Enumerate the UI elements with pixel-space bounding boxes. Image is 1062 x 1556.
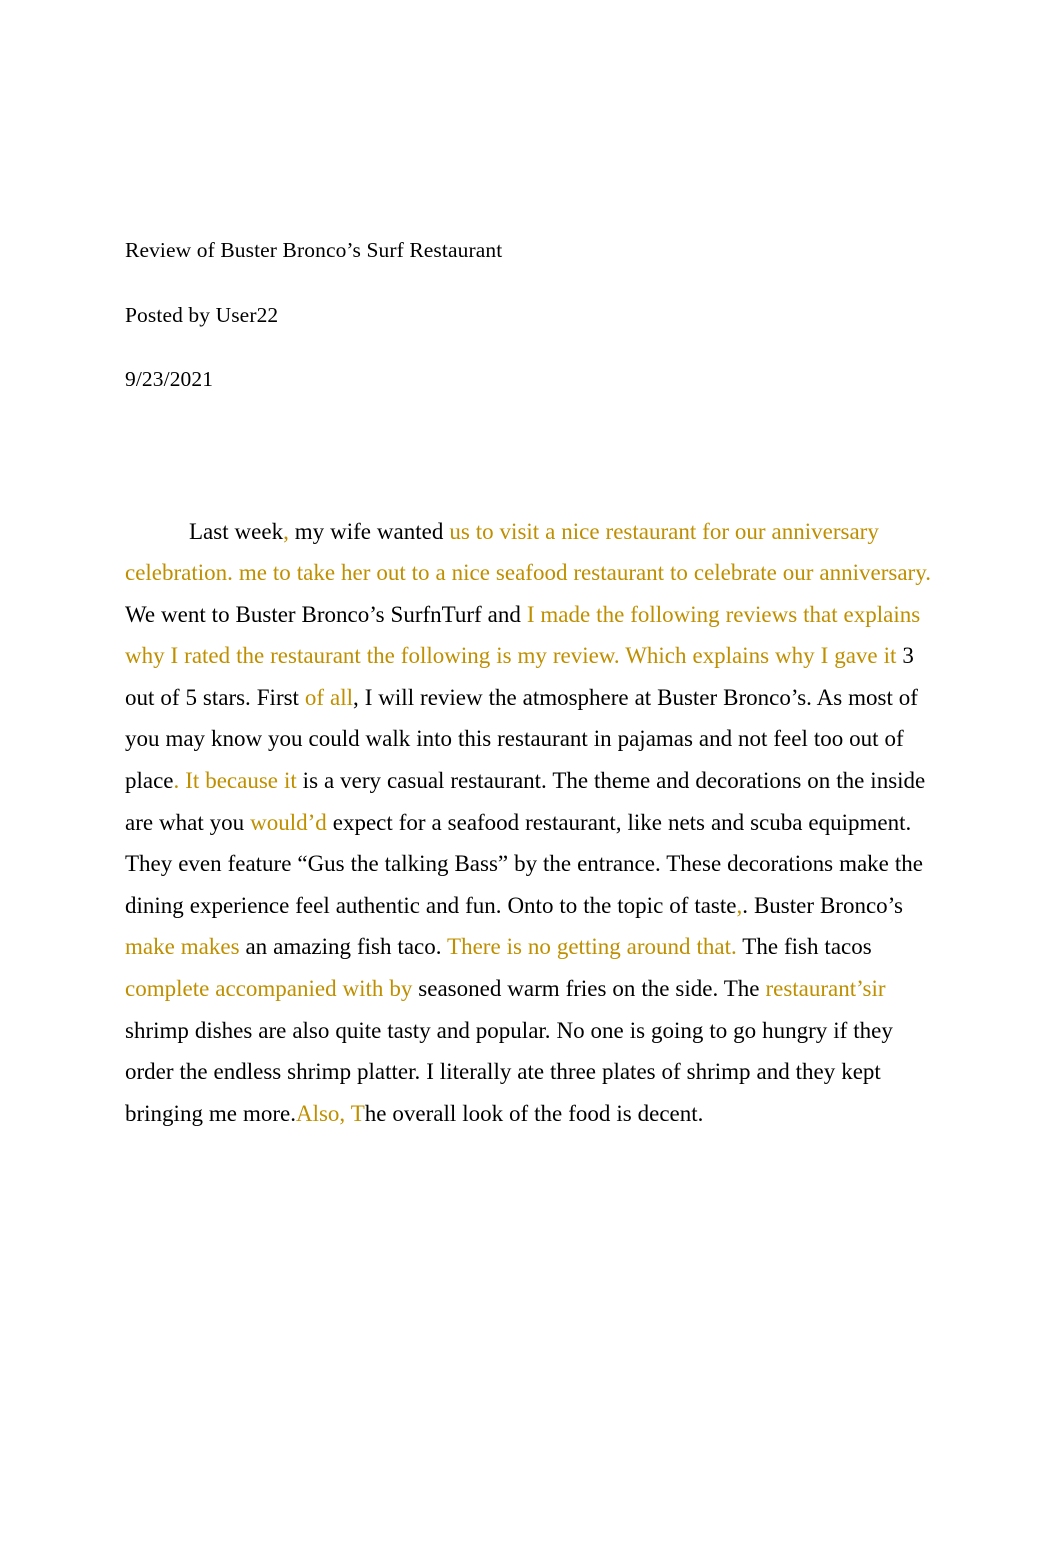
original-text-run: We went to Buster Bronco’s SurfnTurf and	[125, 601, 527, 627]
tracked-insertion-run: make makes	[125, 934, 240, 960]
tracked-insertion-run: restaurant’sir	[765, 976, 886, 1002]
document-body: Review of Buster Bronco’s Surf Restauran…	[125, 238, 940, 1157]
post-date: 9/23/2021	[125, 367, 214, 391]
review-paragraph: Last week, my wife wanted us to visit a …	[125, 511, 940, 1135]
original-text-run: Last week	[189, 518, 284, 544]
original-text-run: . Buster Bronco’s	[742, 892, 903, 918]
original-text-run: he overall look of the food is decent.	[364, 1100, 704, 1126]
byline: Posted by User22	[125, 302, 279, 327]
original-text-run: an amazing fish taco.	[239, 934, 448, 960]
document-page: Review of Buster Bronco’s Surf Restauran…	[0, 0, 1062, 1556]
tracked-insertion-run: Also, T	[295, 1100, 365, 1126]
tracked-insertion-run: would’d	[250, 809, 327, 835]
page-title: Review of Buster Bronco’s Surf Restauran…	[125, 238, 503, 262]
original-text-run: The fish tacos	[736, 934, 872, 960]
tracked-insertion-run: There is no getting around that.	[447, 934, 737, 960]
original-text-run: seasoned warm fries on the side. The	[412, 976, 766, 1002]
original-text-run: my wife wanted	[288, 518, 450, 544]
tracked-insertion-run: of all	[304, 684, 353, 710]
tracked-insertion-run: complete accompanied with by	[125, 976, 413, 1002]
tracked-insertion-run: . It because it	[173, 768, 297, 794]
